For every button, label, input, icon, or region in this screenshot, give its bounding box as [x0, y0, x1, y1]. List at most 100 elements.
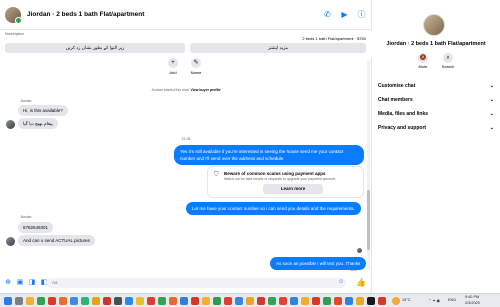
card-title: Beware of common scams using payment app…	[224, 171, 326, 176]
outgoing-message[interactable]: Yes it's still available if you're inter…	[174, 145, 364, 165]
add-action[interactable]: + Add	[163, 58, 183, 75]
app-icon[interactable]	[268, 297, 276, 305]
app-icon[interactable]	[213, 297, 221, 305]
peer-avatar	[6, 120, 15, 129]
chat-title[interactable]: Jiordan · 2 beds 1 bath Flat/apartment	[27, 11, 144, 18]
shield-icon: ⛉	[214, 172, 219, 178]
scrollbar[interactable]	[367, 60, 370, 270]
app-icon[interactable]	[301, 297, 309, 305]
app-icon[interactable]	[246, 297, 254, 305]
plus-circle-icon[interactable]: ⊕	[4, 279, 12, 287]
chrome-icon[interactable]	[81, 297, 89, 305]
search-action[interactable]: ⌕ Search	[438, 53, 458, 69]
app-icon[interactable]	[202, 297, 210, 305]
app-icon[interactable]	[158, 297, 166, 305]
sender-name: Jiordan	[20, 215, 32, 219]
phone-icon[interactable]: ✆	[323, 10, 332, 19]
conversation-info-panel: Jiordan · 2 beds 1 bath Flat/apartment 🔕…	[372, 0, 500, 293]
app-icon[interactable]	[312, 297, 320, 305]
app-icon[interactable]	[70, 297, 78, 305]
chevron-down-icon: ⌄	[489, 125, 494, 131]
sent-status: Sent	[350, 268, 358, 272]
app-icon[interactable]	[147, 297, 155, 305]
app-icon[interactable]	[290, 297, 298, 305]
chevron-down-icon: ⌄	[489, 111, 494, 117]
app-icon[interactable]	[180, 297, 188, 305]
menu-media-files-links[interactable]: Media, files and links ⌄	[378, 107, 494, 121]
app-icon[interactable]	[235, 297, 243, 305]
marketplace-label: Marketplace	[5, 32, 25, 36]
chevron-down-icon: ⌄	[489, 97, 494, 103]
chat-started-line: Jiordan started this chat. View buyer pr…	[151, 88, 221, 92]
scam-warning-card: ⛉ Beware of common scams using payment a…	[207, 166, 364, 198]
language-indicator[interactable]: ENG	[448, 298, 456, 302]
avatar[interactable]	[423, 14, 445, 36]
menu-privacy-support[interactable]: Privacy and support ⌄	[378, 121, 494, 135]
app-icon[interactable]	[59, 297, 67, 305]
file-explorer-icon[interactable]	[26, 297, 34, 305]
app-icon[interactable]	[323, 297, 331, 305]
app-icon[interactable]	[378, 297, 386, 305]
incoming-message[interactable]: And can u send ACTUAL pictures	[18, 235, 95, 246]
menu-customise-chat[interactable]: Customise chat ⌄	[378, 79, 494, 93]
windows-taskbar: 15°C ⌃ ⚭ ◉ ENG 9:40 PM 2/3/2025	[0, 293, 500, 307]
app-icon[interactable]	[257, 297, 265, 305]
card-subtitle: Watch out for fake emails or requests to…	[224, 177, 336, 181]
weather-temp[interactable]: 15°C	[402, 298, 410, 302]
app-icon[interactable]	[125, 297, 133, 305]
edit-icon: ✎	[191, 58, 201, 68]
app-icon[interactable]	[356, 297, 364, 305]
app-icon[interactable]	[92, 297, 100, 305]
sticker-icon[interactable]: ◨	[28, 279, 36, 287]
messenger-app: Jiordan · 2 beds 1 bath Flat/apartment ✆…	[0, 0, 500, 293]
time-divider: 21:28	[181, 137, 191, 141]
app-icon[interactable]	[191, 297, 199, 305]
app-icon[interactable]	[48, 297, 56, 305]
app-icon[interactable]	[103, 297, 111, 305]
listing-title[interactable]: 2 beds 1 bath Flat/apartment · $750	[302, 36, 366, 41]
search-icon[interactable]	[15, 297, 23, 305]
add-icon: +	[168, 58, 178, 68]
incoming-message[interactable]: پیغام بھیج دیا گیا	[18, 118, 58, 129]
app-icon[interactable]	[114, 297, 122, 305]
clock-time[interactable]: 9:40 PM	[465, 295, 479, 299]
menu-chat-members[interactable]: Chat members ⌄	[378, 93, 494, 107]
app-icon[interactable]	[224, 297, 232, 305]
like-icon[interactable]: 👍	[356, 278, 366, 287]
video-icon[interactable]: ▶	[340, 10, 349, 19]
app-icon[interactable]	[345, 297, 353, 305]
conversation-name: Jiordan · 2 beds 1 bath Flat/apartment	[386, 41, 486, 47]
search-icon: ⌕	[443, 53, 453, 63]
system-tray-icons[interactable]: ⌃ ⚭ ◉	[428, 298, 440, 303]
clock-date[interactable]: 2/3/2025	[465, 301, 480, 305]
avatar[interactable]	[5, 6, 22, 24]
more-options-button[interactable]: مزید اپشنز	[190, 43, 366, 53]
mute-action[interactable]: 🔕 Mute	[413, 53, 433, 69]
app-icon[interactable]	[367, 297, 375, 305]
read-receipt-avatar	[357, 248, 362, 253]
info-icon[interactable]: ⓘ	[357, 10, 366, 19]
mark-pending-button[interactable]: زیر التوا کے بطور نشان زد کریں	[5, 43, 185, 53]
view-buyer-profile-link[interactable]: View buyer profile	[191, 88, 221, 92]
outgoing-message[interactable]: Let me have your contact number so i can…	[186, 202, 361, 215]
app-icon[interactable]	[169, 297, 177, 305]
start-icon[interactable]	[4, 297, 12, 305]
message-list: + Add ✎ Name Jiordan started this chat. …	[0, 58, 372, 273]
app-icon[interactable]	[136, 297, 144, 305]
emoji-icon[interactable]: ☺	[338, 279, 344, 285]
scroll-thumb[interactable]	[367, 190, 370, 250]
composer: ⊕ ▣ ◨ ◧ ☺ 👍	[0, 273, 372, 293]
app-icon[interactable]	[279, 297, 287, 305]
learn-more-button[interactable]: Learn more	[263, 184, 323, 194]
app-icon[interactable]	[37, 297, 45, 305]
weather-icon[interactable]	[392, 297, 400, 305]
bell-mute-icon: 🔕	[418, 53, 428, 63]
app-icon[interactable]	[334, 297, 342, 305]
image-icon[interactable]: ▣	[16, 279, 24, 287]
message-input[interactable]	[46, 278, 346, 288]
incoming-message[interactable]: Hi, is this available?	[18, 105, 68, 116]
incoming-message[interactable]: 6782649301	[18, 222, 54, 233]
chat-header: Jiordan · 2 beds 1 bath Flat/apartment ✆…	[0, 0, 372, 30]
chat-panel: Jiordan · 2 beds 1 bath Flat/apartment ✆…	[0, 0, 372, 293]
name-action[interactable]: ✎ Name	[186, 58, 206, 75]
